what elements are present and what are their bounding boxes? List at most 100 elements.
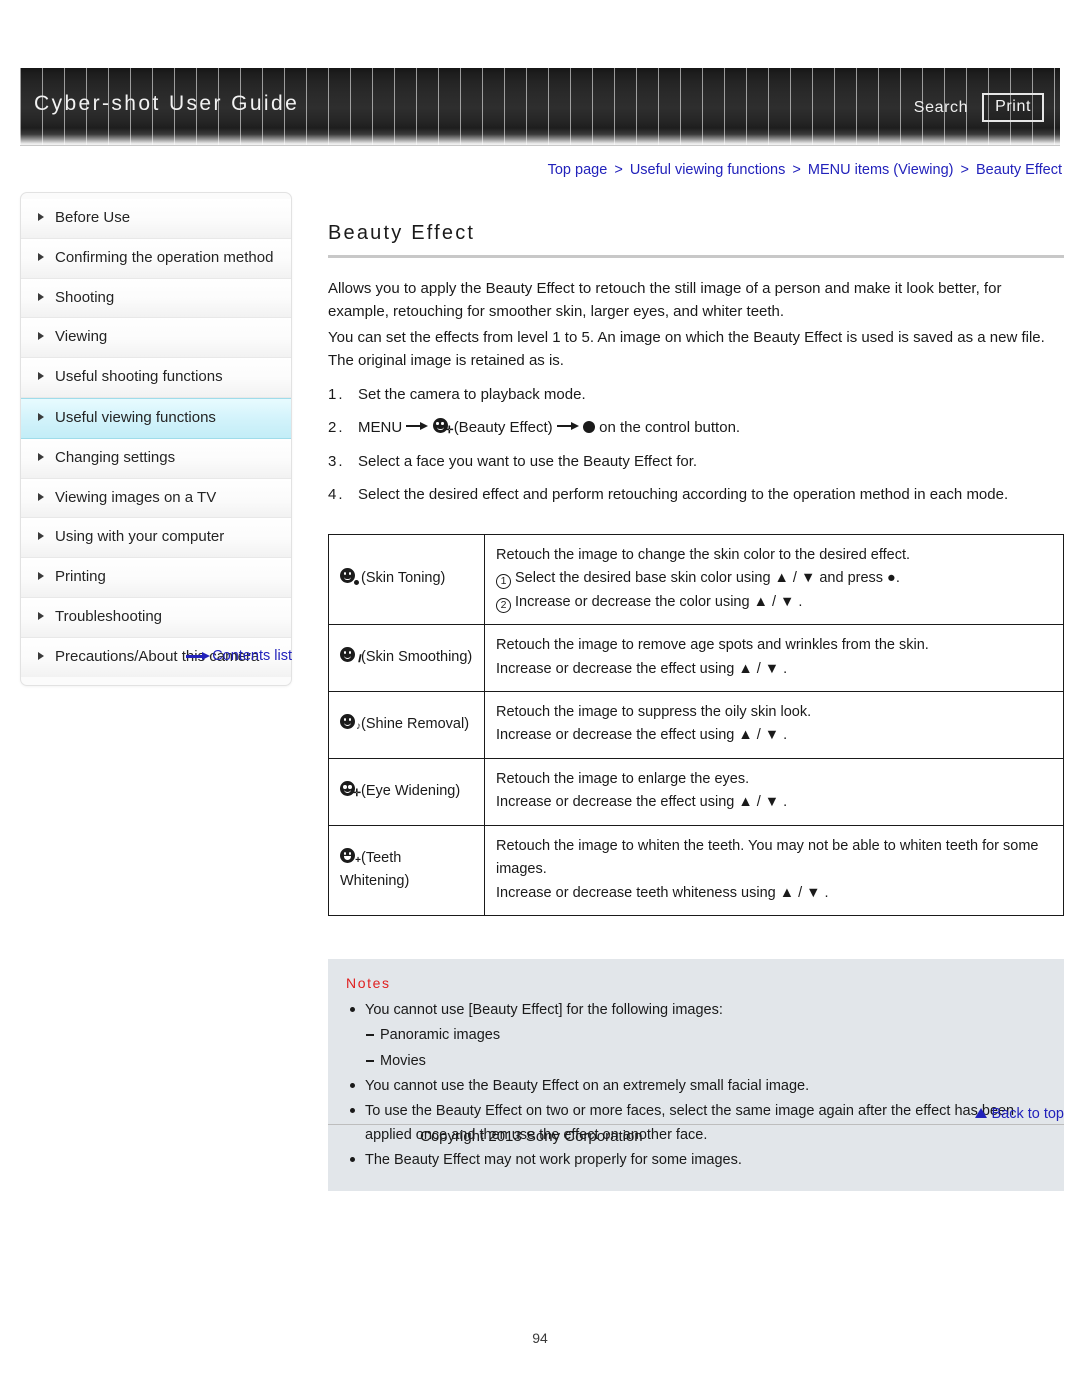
page-title: Beauty Effect xyxy=(328,222,476,244)
sidebar-item-troubleshooting[interactable]: Troubleshooting xyxy=(21,597,291,638)
step-suffix: on the control button. xyxy=(599,419,741,437)
breadcrumb-separator: > xyxy=(792,162,801,178)
table-row: ✛ (Eye Widening) Retouch the image to en… xyxy=(328,757,1064,826)
print-button[interactable]: Print xyxy=(982,93,1044,122)
sidebar-item-label: Shooting xyxy=(55,288,115,306)
note-subitem: Panoramic images xyxy=(346,1023,1046,1047)
effect-desc-text: Select the desired base skin color using… xyxy=(515,570,900,587)
effect-label: (Skin Toning) xyxy=(361,570,446,587)
effect-name-cell: 𝒊 (Skin Smoothing) xyxy=(328,624,485,692)
sidebar-navigation: Before Use Confirming the operation meth… xyxy=(20,192,292,686)
effect-label: (Shine Removal) xyxy=(361,715,470,732)
step-text: Select the desired effect and perform re… xyxy=(358,486,1009,504)
effect-description-cell: Retouch the image to suppress the oily s… xyxy=(484,690,1064,759)
control-button-center-icon xyxy=(582,421,595,434)
sidebar-item-viewing-images-on-a-tv[interactable]: Viewing images on a TV xyxy=(21,478,291,519)
note-item: You cannot use the Beauty Effect on an e… xyxy=(346,1074,1046,1098)
effect-description-cell: Retouch the image to whiten the teeth. Y… xyxy=(484,824,1064,917)
table-row: (Skin Toning) Retouch the image to chang… xyxy=(328,533,1064,626)
header-banner: Cyber-shot User Guide Search Print xyxy=(20,68,1060,146)
effect-name-cell: ✛ (Eye Widening) xyxy=(328,757,485,826)
sidebar-item-label: Using with your computer xyxy=(55,528,225,546)
sidebar-item-changing-settings[interactable]: Changing settings xyxy=(21,438,291,479)
back-to-top-link[interactable]: Back to top xyxy=(975,1106,1064,1122)
step-4: 4. Select the desired effect and perform… xyxy=(328,484,1064,507)
sidebar-item-label: Useful viewing functions xyxy=(55,408,216,426)
sidebar-item-label: Troubleshooting xyxy=(55,607,163,625)
effect-desc-line: 2 Increase or decrease the color using ▲ … xyxy=(496,591,1052,614)
page-number: 94 xyxy=(532,1330,548,1346)
effect-desc-line: Retouch the image to remove age spots an… xyxy=(496,637,929,654)
step-circle-1-icon: 1 xyxy=(496,574,511,590)
step-number: 3. xyxy=(328,452,345,470)
step-number: 4. xyxy=(328,486,345,504)
chevron-right-icon xyxy=(37,452,46,462)
beauty-effects-table: (Skin Toning) Retouch the image to chang… xyxy=(328,533,1064,917)
skin-smoothing-icon: 𝒊 xyxy=(340,646,361,664)
chevron-right-icon xyxy=(37,532,46,541)
search-link[interactable]: Search xyxy=(914,99,968,117)
effect-name-cell: (Skin Toning) xyxy=(328,533,485,626)
contents-list-label: Contents list xyxy=(212,648,292,664)
sidebar-item-label: Viewing xyxy=(55,328,108,346)
table-row: ♪ (Shine Removal) Retouch the image to s… xyxy=(328,690,1064,759)
chevron-right-icon xyxy=(37,372,46,381)
main-content: Beauty Effect Allows you to apply the Be… xyxy=(328,222,1064,1191)
effect-label: (Eye Widening) xyxy=(361,782,461,799)
steps-list: 1. Set the camera to playback mode. 2. M… xyxy=(328,384,1064,507)
step-text: MENU ✛ (Beauty Effect) on the control bu… xyxy=(358,417,1064,440)
beauty-effect-label: (Beauty Effect) xyxy=(453,419,553,437)
copyright-text: Copyright 2013 Sony Corporation xyxy=(420,1128,643,1145)
effect-desc-line: Retouch the image to enlarge the eyes. xyxy=(496,770,750,787)
breadcrumb-separator: > xyxy=(614,162,623,178)
sidebar-item-viewing[interactable]: Viewing xyxy=(21,318,291,359)
effect-label: (Skin Smoothing) xyxy=(361,648,473,665)
table-row: 𝒊 (Skin Smoothing) Retouch the image to … xyxy=(328,624,1064,692)
header-actions: Search Print xyxy=(914,93,1044,122)
sidebar-item-label: Printing xyxy=(55,568,106,586)
effect-desc-line: Retouch the image to whiten the teeth. Y… xyxy=(496,837,1039,878)
sidebar-item-useful-shooting-functions[interactable]: Useful shooting functions xyxy=(21,358,291,398)
chevron-right-icon xyxy=(37,412,46,422)
note-item: The Beauty Effect may not work properly … xyxy=(346,1148,1046,1172)
sidebar-item-before-use[interactable]: Before Use xyxy=(21,199,291,239)
breadcrumb-item-useful-viewing-functions[interactable]: Useful viewing functions xyxy=(630,162,786,178)
effect-desc-line: Increase or decrease teeth whiteness usi… xyxy=(496,884,829,901)
sidebar-item-label: Changing settings xyxy=(55,448,176,466)
effect-desc-line: Retouch the image to change the skin col… xyxy=(496,546,911,563)
chevron-right-icon xyxy=(37,252,46,262)
effect-name-cell: + (Teeth Whitening) xyxy=(328,824,485,917)
skin-toning-icon xyxy=(340,568,360,587)
chevron-right-icon xyxy=(37,492,46,502)
sidebar-item-shooting[interactable]: Shooting xyxy=(21,278,291,319)
beauty-effect-icon: ✛ xyxy=(432,418,454,436)
step-number: 2. xyxy=(328,419,345,437)
effect-desc-line: 1 Select the desired base skin color usin… xyxy=(496,567,1052,590)
breadcrumb-item-top-page[interactable]: Top page xyxy=(548,162,608,178)
shine-removal-icon: ♪ xyxy=(340,713,361,731)
sidebar-item-label: Viewing images on a TV xyxy=(55,488,217,506)
contents-list-link[interactable]: Contents list xyxy=(20,648,292,664)
breadcrumb-item-beauty-effect: Beauty Effect xyxy=(976,162,1062,178)
sidebar-item-using-with-your-computer[interactable]: Using with your computer xyxy=(21,518,291,559)
step-1: 1. Set the camera to playback mode. xyxy=(328,384,1064,407)
table-row: + (Teeth Whitening) Retouch the image to… xyxy=(328,824,1064,917)
step-text: Set the camera to playback mode. xyxy=(358,385,586,403)
effect-desc-text: Increase or decrease the color using ▲ /… xyxy=(515,593,803,610)
sidebar-item-useful-viewing-functions[interactable]: Useful viewing functions xyxy=(21,397,291,439)
sidebar-item-printing[interactable]: Printing xyxy=(21,558,291,598)
effect-description-cell: Retouch the image to remove age spots an… xyxy=(484,624,1064,692)
back-to-top-label: Back to top xyxy=(991,1106,1064,1122)
step-3: 3. Select a face you want to use the Bea… xyxy=(328,451,1064,474)
triangle-up-icon xyxy=(975,1108,988,1118)
intro-paragraph-1: Allows you to apply the Beauty Effect to… xyxy=(328,280,1002,321)
user-guide-page: Cyber-shot User Guide Search Print Top p… xyxy=(0,0,1080,1397)
breadcrumb: Top page > Useful viewing functions > ME… xyxy=(548,162,1062,178)
breadcrumb-item-menu-items-viewing[interactable]: MENU items (Viewing) xyxy=(808,162,954,178)
app-title: Cyber-shot User Guide xyxy=(34,92,300,115)
sidebar-item-label: Confirming the operation method xyxy=(55,248,274,266)
arrow-right-icon xyxy=(556,422,579,431)
effect-name-cell: ♪ (Shine Removal) xyxy=(328,690,485,759)
sidebar-item-confirming-the-operation-method[interactable]: Confirming the operation method xyxy=(21,238,291,279)
effect-desc-line: Retouch the image to suppress the oily s… xyxy=(496,703,812,720)
